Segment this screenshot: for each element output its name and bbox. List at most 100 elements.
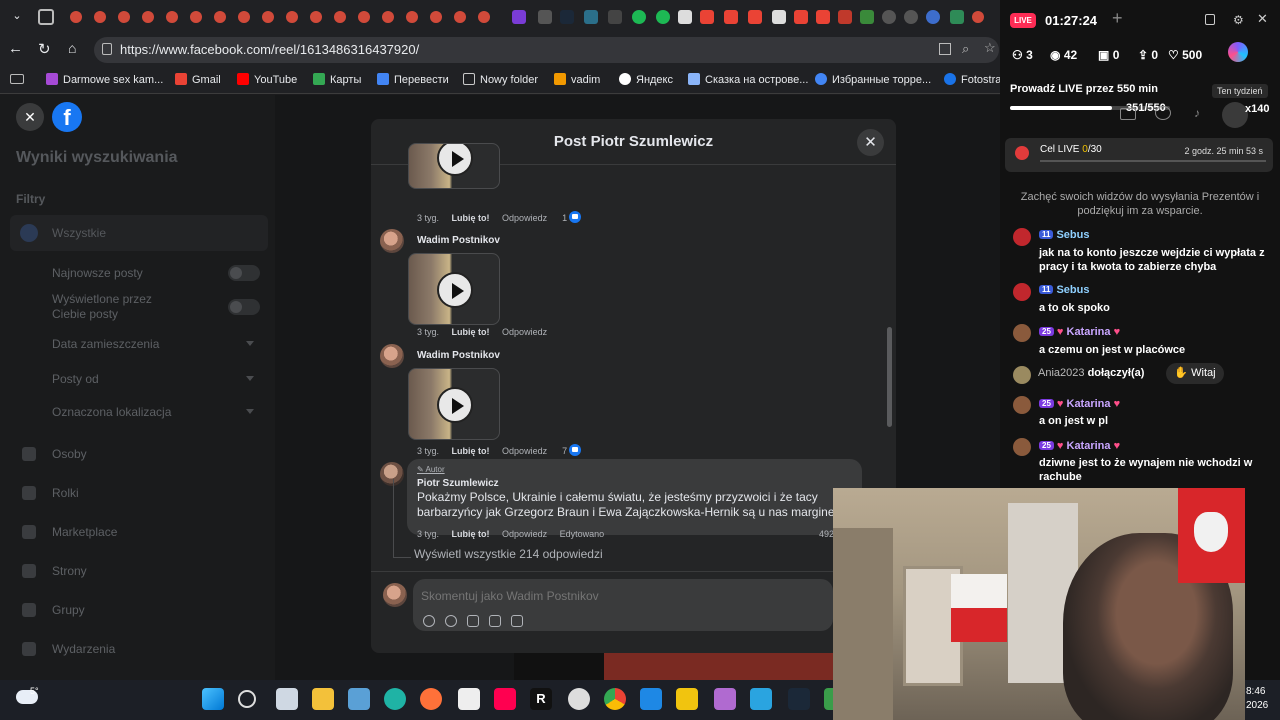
comment-author[interactable]: Piotr Szumlewicz [417, 478, 499, 489]
nav-events[interactable]: Wydarzenia [52, 642, 115, 656]
search-icon[interactable] [238, 690, 256, 708]
gmail-tab-icon[interactable] [794, 10, 808, 24]
nav-pages[interactable]: Strony [52, 564, 87, 578]
gmail-tab-icon[interactable] [724, 10, 738, 24]
bookmark-item[interactable]: vadim [554, 73, 600, 86]
welcome-button[interactable]: ✋ Witaj [1166, 363, 1224, 384]
chevron-down-icon[interactable] [246, 409, 254, 414]
tab-icon[interactable] [972, 11, 984, 23]
comment-video-thumbnail[interactable] [408, 253, 500, 325]
reply-link[interactable]: Odpowiedz [502, 529, 547, 539]
comment-input[interactable] [421, 589, 821, 603]
bookmark-item[interactable]: Карты [313, 73, 361, 86]
tab-icon[interactable] [310, 11, 322, 23]
tab-icon[interactable] [142, 11, 154, 23]
grid-icon[interactable] [1120, 108, 1136, 120]
settings-gear-icon[interactable]: ⚙ [1233, 13, 1244, 27]
tab-icon[interactable] [406, 11, 418, 23]
gmail-tab-icon[interactable] [816, 10, 830, 24]
add-icon[interactable]: + [1112, 8, 1123, 29]
avatar-sticker-icon[interactable] [423, 615, 435, 627]
filter-posts-from-label[interactable]: Posty od [52, 372, 99, 386]
avatar[interactable] [380, 229, 404, 253]
camera-icon[interactable] [467, 615, 479, 627]
app-icon[interactable] [714, 688, 736, 710]
tab-icon[interactable] [430, 11, 442, 23]
tiktok-icon[interactable] [494, 688, 516, 710]
bookmark-item[interactable]: Перевести [377, 73, 449, 86]
tab-icon[interactable] [632, 10, 646, 24]
messenger-icon[interactable] [1155, 106, 1171, 120]
chat-username[interactable]: 25 ♥ Katarina ♥ [1039, 398, 1120, 410]
play-icon[interactable] [437, 387, 473, 423]
chevron-down-icon[interactable] [246, 376, 254, 381]
bookmark-item[interactable]: Nowy folder [463, 73, 538, 86]
tab-icon[interactable] [238, 11, 250, 23]
tab-icon[interactable] [334, 11, 346, 23]
tab-icon[interactable] [286, 11, 298, 23]
close-icon[interactable]: ✕ [1257, 11, 1268, 27]
avatar[interactable] [1013, 228, 1031, 246]
file-explorer-icon[interactable] [312, 688, 334, 710]
url-field[interactable]: https://www.facebook.com/reel/1613486316… [94, 37, 999, 63]
tab-icon[interactable] [656, 10, 670, 24]
tab-icon[interactable] [608, 10, 622, 24]
favorite-star-icon[interactable]: ☆ [984, 40, 996, 56]
gmail-tab-icon[interactable] [748, 10, 762, 24]
photos-icon[interactable] [750, 688, 772, 710]
week-selector[interactable]: Ten tydzień [1212, 84, 1268, 98]
tab-icon[interactable] [94, 11, 106, 23]
ai-assistant-icon[interactable] [1228, 42, 1248, 62]
emoji-icon[interactable] [445, 615, 457, 627]
tab-icon[interactable] [772, 10, 786, 24]
tab-icon[interactable] [512, 10, 526, 24]
like-link[interactable]: Lubię to! [452, 327, 490, 337]
nav-marketplace[interactable]: Marketplace [52, 525, 117, 539]
tab-icon[interactable] [118, 11, 130, 23]
bookmark-item[interactable]: Gmail [175, 73, 221, 86]
like-link[interactable]: Lubię to! [452, 213, 490, 223]
bookmark-item[interactable]: Сказка на острове... [688, 73, 808, 86]
tab-icon[interactable] [454, 11, 466, 23]
bookmark-item[interactable]: YouTube [237, 73, 297, 86]
close-button[interactable]: ✕ [857, 129, 884, 156]
app-icon[interactable]: R [530, 688, 552, 710]
tab-icon[interactable] [860, 10, 874, 24]
edge-icon[interactable] [384, 688, 406, 710]
tab-icon[interactable] [382, 11, 394, 23]
filter-location-label[interactable]: Oznaczona lokalizacja [52, 405, 171, 419]
tab-icon[interactable] [838, 10, 852, 24]
steam-icon[interactable] [788, 688, 810, 710]
like-link[interactable]: Lubię to! [452, 446, 490, 456]
app-icon[interactable] [676, 688, 698, 710]
facebook-logo-icon[interactable]: f [52, 102, 82, 132]
comment-author[interactable]: Wadim Postnikov [417, 350, 500, 361]
open-in-app-icon[interactable] [939, 43, 951, 55]
lock-icon[interactable] [1205, 14, 1215, 25]
tab-icon[interactable] [950, 10, 964, 24]
nav-groups[interactable]: Grupy [52, 603, 85, 617]
play-icon[interactable] [437, 144, 473, 176]
clock-date[interactable]: 2026 [1246, 700, 1268, 711]
reload-icon[interactable]: ↻ [38, 40, 56, 58]
avatar[interactable] [1013, 324, 1031, 342]
bell-icon[interactable]: ♪ [1194, 106, 1200, 120]
zoom-icon[interactable]: ⌕ [962, 41, 969, 57]
start-icon[interactable] [202, 688, 224, 710]
tab-icon[interactable] [904, 10, 918, 24]
chat-username[interactable]: 11 Sebus [1039, 284, 1089, 296]
tab-icon[interactable] [358, 11, 370, 23]
comment-video-thumbnail[interactable] [408, 368, 500, 440]
clock-time[interactable]: 8:46 [1246, 686, 1265, 697]
my-avatar[interactable] [383, 583, 407, 607]
tab-icon[interactable] [882, 10, 896, 24]
live-goal-card[interactable]: Cel LIVE 0/30 2 godz. 25 min 53 s [1005, 138, 1273, 172]
bookmark-item[interactable]: Яндекс [619, 73, 673, 86]
gmail-tab-icon[interactable] [700, 10, 714, 24]
site-info-icon[interactable] [102, 43, 112, 55]
avatar[interactable] [1013, 283, 1031, 301]
filter-all[interactable]: Wszystkie [10, 215, 268, 251]
app-icon[interactable] [568, 688, 590, 710]
bookmark-item[interactable]: Darmowe sex kam... [46, 73, 163, 86]
app-icon[interactable] [640, 688, 662, 710]
